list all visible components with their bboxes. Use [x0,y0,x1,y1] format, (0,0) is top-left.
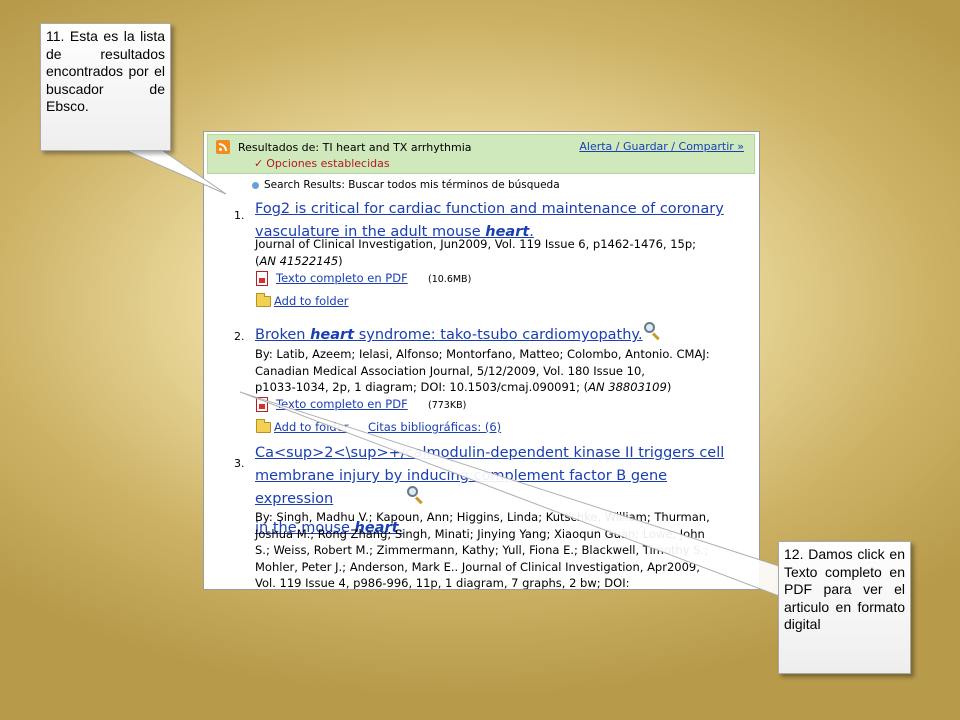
results-header: Resultados de: TI heart and TX arrhythmi… [207,134,755,174]
add-to-folder-link[interactable]: Add to folder [274,294,349,308]
result-meta: Journal of Clinical Investigation, Jun20… [255,236,750,269]
result-meta-text: p1033-1034, 2p, 1 diagram; DOI: 10.1503/… [255,380,589,394]
callout-pdf-instruction: 12. Damos click en Texto completo en PDF… [778,541,911,674]
result-meta-line: Canadian Medical Association Journal, 5/… [255,363,645,378]
result-meta-line: p1033-1034, 2p, 1 diagram; DOI: 10.1503/… [255,379,750,396]
result-meta-line: (AN 41522145) [255,253,750,270]
results-panel: Resultados de: TI heart and TX arrhythmi… [203,131,760,590]
result-title-keyword: heart [310,327,355,343]
result-meta-line: Joshua M.; Rong Zhang; Singh, Minati; Ji… [255,526,705,541]
results-query-title: Resultados de: TI heart and TX arrhythmi… [238,141,472,154]
pdf-icon[interactable] [256,271,268,286]
result-meta-text: ) [666,380,672,394]
full-text-pdf-link[interactable]: Texto completo en PDF [276,271,408,285]
search-mode-line: Search Results: Buscar todos mis término… [252,179,560,191]
result-number: 1. [234,209,245,222]
checkmark-icon: ✓ [254,157,264,170]
search-mode-text: Search Results: Buscar todos mis término… [264,179,560,191]
options-set[interactable]: ✓ Opciones establecidas [254,157,390,170]
result-title-text: Broken [255,327,311,343]
preview-magnifier-icon[interactable] [405,485,425,505]
result-title-line[interactable]: Ca<sup>2<\sup>+/calmodulin-dependent kin… [255,445,724,461]
options-set-label: Opciones establecidas [266,157,390,170]
result-meta-line: S.; Weiss, Robert M.; Zimmermann, Kathy;… [255,543,709,557]
result-meta-line: By: Latib, Azeem; Ielasi, Alfonso; Monto… [255,347,710,361]
result-meta-text: ) [338,253,343,268]
result-title-line[interactable]: membrane injury by inducing complement f… [255,468,667,507]
result-meta-line: Vol. 119 Issue 4, p986-996, 11p, 1 diagr… [255,576,630,590]
accession-number: AN 41522145 [259,253,339,268]
pdf-size: (10.6MB) [428,274,472,285]
result-meta-line: Mohler, Peter J.; Anderson, Mark E.. Jou… [255,559,700,574]
pdf-icon[interactable] [256,397,268,412]
result-title-text: syndrome: tako-tsubo cardiomyopathy. [354,327,643,343]
folder-icon[interactable] [256,419,271,433]
result-number: 3. [234,457,245,470]
result-meta: By: Singh, Madhu V.; Kapoun, Ann; Higgin… [255,509,750,590]
result-title-line[interactable]: Fog2 is critical for cardiac function an… [255,201,724,217]
accession-number: AN 38803109 [588,380,667,394]
result-title-line[interactable]: Broken heart syndrome: tako-tsubo cardio… [255,327,643,343]
bullet-icon [252,181,259,189]
callout-result-list: 11. Esta es la lista de resultados encon… [40,23,171,151]
result-meta-line: Journal of Clinical Investigation, Jun20… [255,237,697,251]
result-title-link[interactable]: Broken heart syndrome: tako-tsubo cardio… [255,324,735,347]
full-text-pdf-link[interactable]: Texto completo en PDF [276,397,408,411]
preview-magnifier-icon[interactable] [642,321,662,341]
result-meta: By: Latib, Azeem; Ielasi, Alfonso; Monto… [255,346,750,396]
citations-link[interactable]: Citas bibliográficas: (6) [368,420,501,434]
pdf-size: (773KB) [428,400,467,411]
result-number: 2. [234,330,245,343]
result-meta-line: By: Singh, Madhu V.; Kapoun, Ann; Higgin… [255,510,710,524]
rss-icon[interactable] [216,140,230,154]
folder-icon[interactable] [256,293,271,307]
add-to-folder-link[interactable]: Add to folder [274,420,349,434]
alert-save-share-link[interactable]: Alerta / Guardar / Compartir » [579,140,744,153]
